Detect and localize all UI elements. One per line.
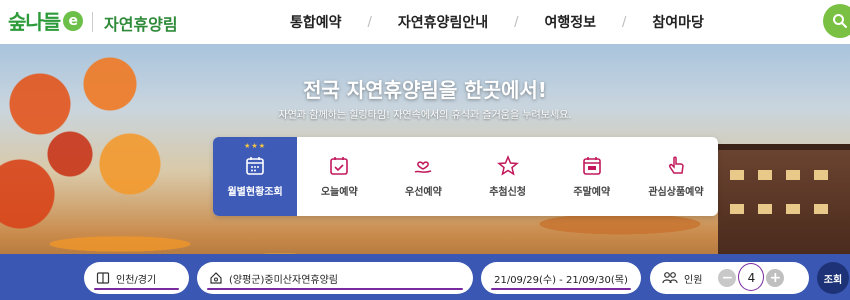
main-nav: 통합예약 / 자연휴양림안내 / 여행정보 / 참여마당 [290, 12, 704, 32]
plus-button[interactable]: + [766, 269, 785, 287]
people-label: 인원 [684, 274, 703, 286]
nav-separator: / [367, 14, 372, 30]
lodge-image [718, 144, 850, 254]
home-pin-icon [209, 271, 223, 285]
nav-separator: / [622, 14, 627, 30]
calendar-week-icon [582, 157, 601, 175]
logo-text: 숲나들 [8, 10, 61, 34]
hand-heart-icon [415, 161, 432, 173]
site-logo[interactable]: 숲나들 e [8, 6, 84, 35]
quick-menu-interest[interactable]: 관심상품예약 [634, 137, 718, 216]
calendar-grid-icon [246, 157, 264, 175]
logo-divider [92, 12, 93, 32]
nav-item-community[interactable]: 참여마당 [652, 12, 704, 32]
date-range-select[interactable]: 21/09/29(수) - 21/09/30(목) [481, 262, 641, 294]
search-submit-button[interactable]: 조회 [817, 262, 849, 294]
annotation-underline [207, 288, 463, 290]
nav-item-reservation[interactable]: 통합예약 [290, 12, 342, 32]
reservation-search-bar: 인천/경기 (양평군)중미산자연휴양림 21/09/29(수) - 21/09/… [0, 254, 850, 300]
quick-menu-weekend[interactable]: 주말예약 [550, 137, 634, 216]
site-name[interactable]: 자연휴양림 [104, 11, 178, 35]
calendar-check-icon [330, 157, 349, 175]
pointer-hand-icon [668, 156, 684, 174]
nav-separator: / [514, 14, 519, 30]
minus-button[interactable]: − [718, 269, 737, 287]
region-value: 인천/경기 [116, 274, 157, 286]
annotation-underline [94, 288, 179, 290]
logo-e-icon: e [63, 10, 84, 31]
people-count: 4 [736, 263, 766, 291]
date-range-value: 21/09/29(수) - 21/09/30(목) [494, 274, 628, 286]
quick-menu-label: 주말예약 [573, 187, 611, 198]
people-icon [662, 271, 678, 285]
quick-menu-lottery[interactable]: 추첨신청 [466, 137, 550, 216]
header: 숲나들 e 자연휴양림 통합예약 / 자연휴양림안내 / 여행정보 / 참여마당 [0, 0, 850, 44]
nav-item-forest-guide[interactable]: 자연휴양림안내 [398, 12, 488, 32]
quick-menu: ★★★ 월별현황조회 오늘예약 우선예약 추첨신청 주말예약 관심상품예약 [213, 137, 718, 216]
search-icon [833, 14, 847, 28]
map-book-icon [96, 271, 110, 285]
hero-title: 전국 자연휴양림을 한곳에서! [303, 78, 547, 102]
forest-select[interactable]: (양평군)중미산자연휴양림 [197, 262, 473, 294]
quick-menu-label: 추첨신청 [489, 187, 526, 198]
annotation-circle [738, 263, 765, 291]
region-select[interactable]: 인천/경기 [84, 262, 189, 294]
nav-item-travel-info[interactable]: 여행정보 [544, 12, 596, 32]
annotation-underline [491, 288, 631, 290]
stars-decoration: ★★★ [244, 142, 266, 150]
quick-menu-label: 관심상품예약 [648, 187, 704, 198]
quick-menu-label: 우선예약 [405, 187, 442, 198]
quick-menu-monthly-status[interactable]: ★★★ 월별현황조회 [213, 137, 298, 216]
quick-menu-today[interactable]: 오늘예약 [297, 137, 381, 216]
quick-menu-label: 오늘예약 [320, 187, 358, 198]
people-selector: 인원 − 4 + [650, 262, 809, 294]
quick-menu-priority[interactable]: 우선예약 [381, 137, 465, 216]
search-button[interactable] [823, 4, 850, 38]
star-badge-icon [496, 155, 519, 176]
forest-value: (양평군)중미산자연휴양림 [229, 274, 339, 286]
hero-subtitle: 자연과 함께하는 힐링타임! 자연속에서의 휴식과 즐거움을 누려보세요. [278, 110, 572, 121]
hero-banner: 전국 자연휴양림을 한곳에서! 자연과 함께하는 힐링타임! 자연속에서의 휴식… [0, 44, 850, 300]
quick-menu-label: 월별현황조회 [227, 187, 283, 198]
